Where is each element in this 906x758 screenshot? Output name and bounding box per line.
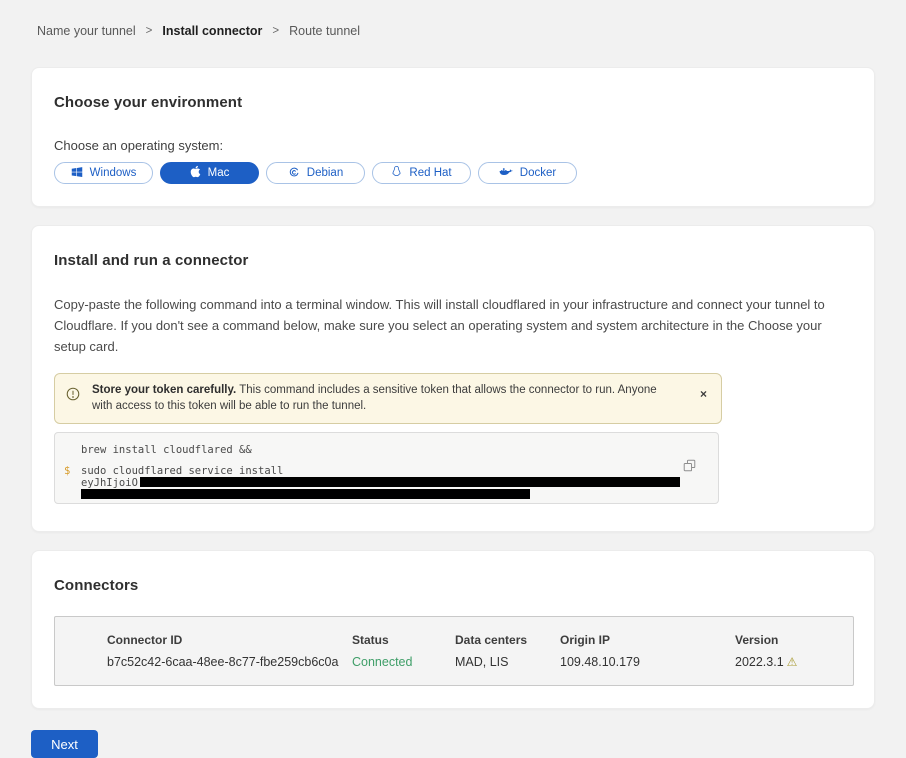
os-button-label: Docker: [520, 167, 556, 179]
environment-card-title: Choose your environment: [54, 94, 852, 111]
connector-id-value: b7c52c42-6caa-48ee-8c77-fbe259cb6c0a: [107, 655, 352, 669]
install-description: Copy-paste the following command into a …: [54, 294, 852, 357]
status-badge: Connected: [352, 655, 455, 669]
redhat-icon: [391, 165, 402, 181]
breadcrumb-name-your-tunnel[interactable]: Name your tunnel: [37, 24, 136, 38]
os-button-label: Red Hat: [409, 167, 451, 179]
windows-icon: [71, 166, 83, 181]
os-button-label: Debian: [307, 167, 343, 179]
version-warning-icon: ⚠: [787, 655, 798, 669]
apple-icon: [190, 165, 201, 181]
connectors-card: Connectors Connector ID Status Data cent…: [31, 550, 875, 709]
os-button-windows[interactable]: Windows: [54, 162, 153, 184]
page: Name your tunnel > Install connector > R…: [0, 0, 906, 740]
os-button-redhat[interactable]: Red Hat: [372, 162, 471, 184]
os-selector: Windows Mac Debian Red Hat Docker: [54, 162, 852, 184]
install-command-code-block: brew install cloudflared && $ sudo cloud…: [54, 432, 719, 504]
close-icon[interactable]: ×: [700, 388, 707, 400]
col-header-origin-ip: Origin IP: [560, 633, 735, 647]
redacted-token-bar: [140, 477, 680, 487]
os-button-mac[interactable]: Mac: [160, 162, 259, 184]
code-line-token-2: [81, 489, 702, 501]
copy-icon[interactable]: [683, 459, 696, 475]
environment-card: Choose your environment Choose an operat…: [31, 67, 875, 207]
col-header-version: Version: [735, 633, 853, 647]
info-icon: [66, 387, 80, 407]
os-label: Choose an operating system:: [54, 138, 852, 153]
data-centers-value: MAD, LIS: [455, 655, 560, 669]
breadcrumb-separator: >: [272, 25, 279, 37]
col-header-connector-id: Connector ID: [107, 633, 352, 647]
code-line-1: brew install cloudflared &&: [81, 445, 702, 456]
os-button-label: Windows: [90, 167, 137, 179]
install-card: Install and run a connector Copy-paste t…: [31, 225, 875, 532]
connectors-table: Connector ID Status Data centers Origin …: [54, 616, 854, 686]
col-header-status: Status: [352, 633, 455, 647]
os-button-debian[interactable]: Debian: [266, 162, 365, 184]
shell-prompt: $: [64, 466, 70, 477]
origin-ip-value: 109.48.10.179: [560, 655, 735, 669]
breadcrumb-route-tunnel[interactable]: Route tunnel: [289, 24, 360, 38]
token-warning-banner: Store your token carefully. This command…: [54, 373, 722, 424]
debian-icon: [288, 166, 300, 181]
os-button-label: Mac: [208, 167, 230, 179]
breadcrumb-install-connector[interactable]: Install connector: [162, 24, 262, 38]
redacted-token-bar: [81, 489, 530, 499]
os-button-docker[interactable]: Docker: [478, 162, 577, 184]
connectors-card-title: Connectors: [54, 577, 852, 594]
docker-icon: [499, 166, 513, 181]
install-card-title: Install and run a connector: [54, 252, 852, 269]
warning-title: Store your token carefully.: [92, 384, 236, 396]
code-line-2: $ sudo cloudflared service install: [81, 466, 702, 477]
code-line-token: eyJhIjoiO: [81, 477, 702, 489]
col-header-data-centers: Data centers: [455, 633, 560, 647]
breadcrumb: Name your tunnel > Install connector > R…: [31, 0, 875, 38]
next-button[interactable]: Next: [31, 730, 98, 758]
version-value: 2022.3.1⚠: [735, 655, 853, 669]
breadcrumb-separator: >: [146, 25, 153, 37]
